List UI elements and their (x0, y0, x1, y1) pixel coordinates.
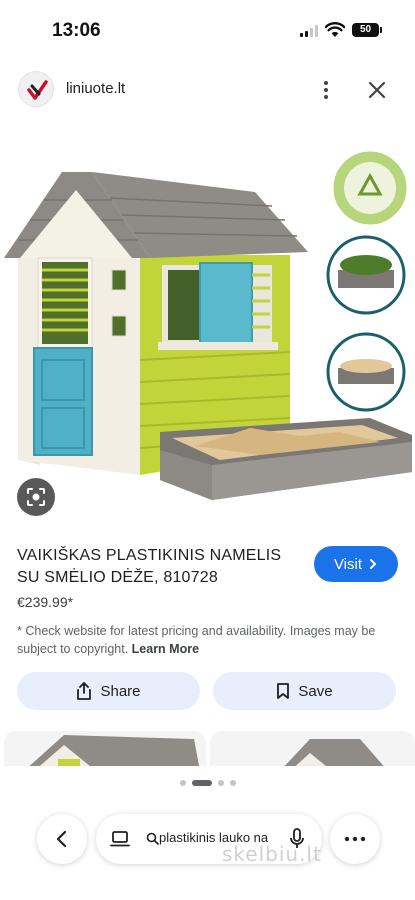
lens-icon (27, 488, 45, 506)
share-icon (77, 682, 92, 700)
status-time: 13:06 (52, 20, 101, 41)
carousel-dot (218, 780, 224, 786)
carousel-indicator (180, 780, 236, 786)
share-button[interactable]: Share (17, 672, 200, 710)
site-name[interactable]: liniuote.lt (66, 80, 125, 97)
product-title: VAIKIŠKAS PLASTIKINIS NAMELIS SU SMĖLIO … (17, 547, 282, 586)
wifi-icon (325, 22, 345, 37)
more-horiz-icon (344, 836, 366, 842)
carousel-dot (230, 780, 236, 786)
visit-label: Visit (333, 555, 363, 573)
product-image[interactable] (0, 120, 415, 520)
soil-badge (326, 235, 406, 315)
chevron-right-icon (370, 559, 377, 569)
learn-more-link[interactable]: Learn More (132, 642, 199, 656)
battery-icon: 50 (352, 23, 382, 37)
visit-button[interactable]: Visit (314, 546, 398, 582)
tabs-icon[interactable] (110, 830, 130, 848)
search-icon (146, 832, 159, 845)
copyright-disclaimer: * Check website for latest pricing and a… (17, 622, 397, 658)
more-vert-icon[interactable] (314, 78, 338, 102)
back-button[interactable] (37, 814, 87, 864)
carousel-dot (180, 780, 186, 786)
watermark: skelbiu.lt (222, 842, 322, 866)
related-result-thumbnail[interactable] (210, 731, 415, 771)
site-logo[interactable] (18, 71, 54, 107)
bookmark-icon (277, 683, 290, 699)
product-price: €239.99* (17, 594, 74, 610)
overflow-menu-button[interactable] (330, 814, 380, 864)
recycle-badge (330, 148, 410, 228)
close-icon[interactable] (364, 77, 390, 103)
status-bar: 13:06 50 (0, 0, 415, 58)
related-result-thumbnail[interactable] (4, 731, 206, 771)
source-header: liniuote.lt (0, 68, 415, 112)
save-label: Save (298, 682, 333, 700)
back-arrow-icon (56, 830, 67, 848)
sand-badge (326, 332, 406, 412)
save-button[interactable]: Save (213, 672, 396, 710)
carousel-dot-active (192, 780, 212, 786)
lens-button[interactable] (17, 478, 55, 516)
signal-icon (300, 25, 320, 37)
share-label: Share (100, 682, 141, 700)
